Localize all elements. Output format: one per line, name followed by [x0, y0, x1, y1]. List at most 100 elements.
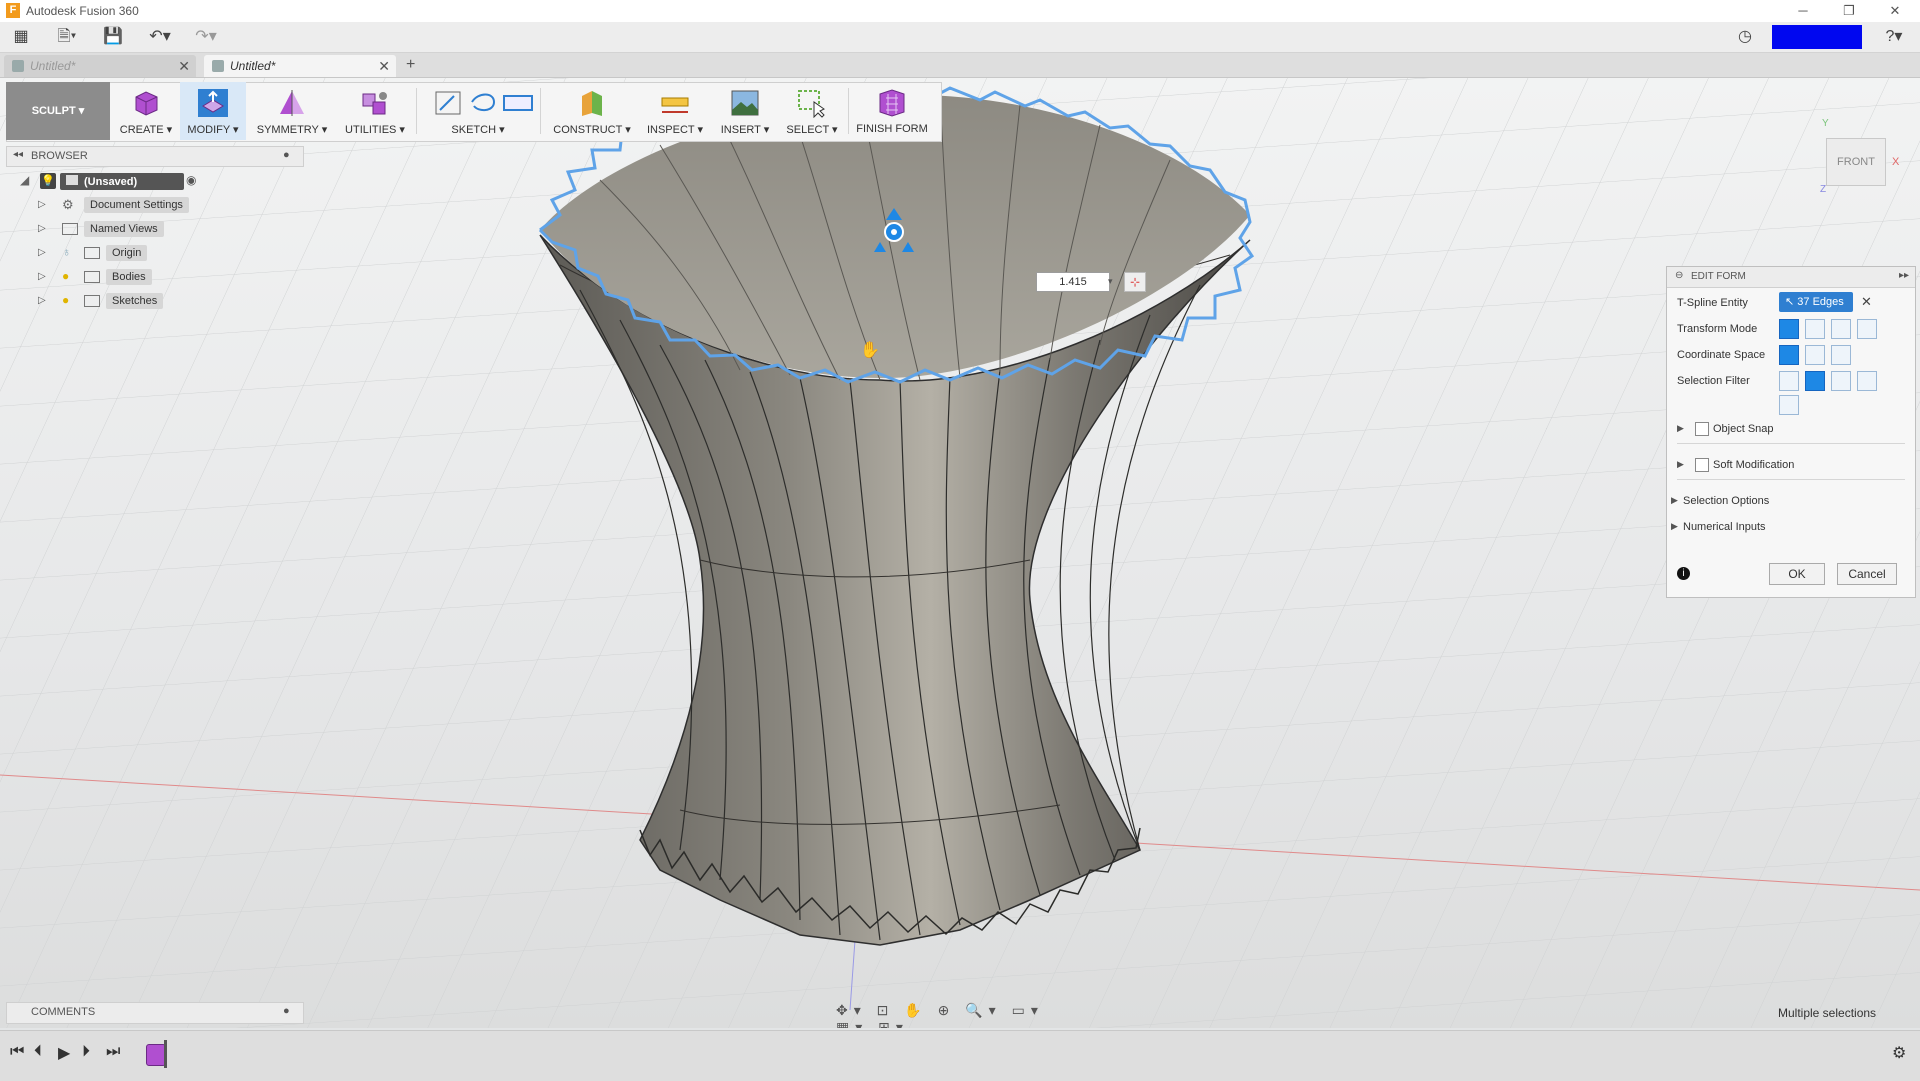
- edge-filter-icon[interactable]: [1805, 371, 1825, 391]
- info-icon[interactable]: i: [1677, 567, 1690, 580]
- create-box-icon: [135, 91, 158, 116]
- form-feature-timeline-icon[interactable]: [146, 1044, 166, 1066]
- world-space-icon[interactable]: [1779, 345, 1799, 365]
- model-canvas[interactable]: [0, 78, 1920, 1028]
- translate-icon[interactable]: [1805, 319, 1825, 339]
- expand-toggle-icon[interactable]: ◢: [20, 173, 29, 187]
- pan-icon[interactable]: ✋: [904, 1002, 927, 1018]
- soft-modification-label: Soft Modification: [1713, 459, 1795, 471]
- display-settings-icon[interactable]: ▭▾: [1012, 1002, 1044, 1018]
- visibility-bulb-off-icon[interactable]: ♁: [62, 245, 71, 259]
- dialog-header[interactable]: ⊖ EDIT FORM ▸▸: [1667, 267, 1915, 288]
- close-window-button[interactable]: ✕: [1872, 0, 1918, 22]
- user-account-button[interactable]: [1772, 25, 1862, 49]
- step-back-icon[interactable]: ⏴: [34, 1043, 42, 1061]
- look-at-icon[interactable]: ⊡: [877, 1002, 895, 1018]
- ok-button[interactable]: OK: [1769, 563, 1825, 585]
- collapse-dialog-icon[interactable]: ⊖: [1675, 270, 1683, 281]
- tab-untitled-1[interactable]: Untitled* ✕: [4, 55, 196, 77]
- numeric-input-field[interactable]: 1.415: [1036, 272, 1110, 292]
- cancel-button[interactable]: Cancel: [1837, 563, 1897, 585]
- pin-panel-icon[interactable]: ●: [283, 149, 290, 161]
- tspline-entity-selector[interactable]: ↖ 37 Edges: [1779, 292, 1853, 312]
- pin-panel-icon[interactable]: ●: [283, 1005, 290, 1017]
- inspect-menu[interactable]: INSPECT ▾: [640, 82, 710, 140]
- go-to-start-icon[interactable]: ⏮: [10, 1043, 24, 1061]
- construct-menu[interactable]: CONSTRUCT ▾: [548, 82, 636, 140]
- multi-transform-icon[interactable]: [1779, 319, 1799, 339]
- soft-modification-checkbox[interactable]: [1695, 458, 1709, 472]
- modify-menu[interactable]: MODIFY ▾: [180, 82, 246, 140]
- visibility-bulb-icon[interactable]: ●: [62, 293, 69, 307]
- clear-selection-icon[interactable]: ✕: [1861, 294, 1872, 310]
- expand-arrow-icon[interactable]: ▷: [38, 223, 46, 234]
- grid-settings-icon[interactable]: ▦▾: [836, 1019, 868, 1028]
- step-forward-icon[interactable]: ⏵: [82, 1043, 90, 1061]
- app-grid-icon[interactable]: ▦: [10, 27, 32, 47]
- minimize-button[interactable]: ─: [1780, 0, 1826, 22]
- create-label: CREATE ▾: [119, 124, 173, 136]
- expand-arrow-icon[interactable]: ▶: [1677, 423, 1684, 434]
- fit-icon[interactable]: 🔍▾: [965, 1002, 1001, 1018]
- timeline-marker[interactable]: [164, 1040, 167, 1068]
- restore-button[interactable]: ❐: [1826, 0, 1872, 22]
- insert-menu[interactable]: INSERT ▾: [712, 82, 778, 140]
- expand-arrow-icon[interactable]: ▷: [38, 295, 46, 306]
- visibility-bulb-icon[interactable]: 💡: [40, 173, 56, 189]
- timeline-settings-gear-icon[interactable]: ⚙: [1892, 1043, 1906, 1063]
- expand-arrow-icon[interactable]: ▶: [1671, 521, 1678, 532]
- scale-icon[interactable]: [1857, 319, 1877, 339]
- vertex-filter-icon[interactable]: [1779, 371, 1799, 391]
- sketch-menu[interactable]: SKETCH ▾: [420, 82, 536, 140]
- save-icon[interactable]: 💾: [102, 27, 124, 47]
- view-cube[interactable]: Y FRONT X Z: [1820, 98, 1912, 198]
- go-to-end-icon[interactable]: ⏭: [106, 1043, 120, 1061]
- timeline-bar: [0, 1030, 1920, 1081]
- chevron-down-icon[interactable]: ▾: [1108, 272, 1120, 290]
- tab-untitled-2[interactable]: Untitled* ✕: [204, 55, 396, 77]
- viewports-icon[interactable]: ⊞▾: [878, 1019, 909, 1028]
- face-filter-icon[interactable]: [1831, 371, 1851, 391]
- job-status-icon[interactable]: ◷: [1734, 27, 1756, 47]
- expand-dialog-icon[interactable]: ▸▸: [1899, 270, 1909, 281]
- expand-arrow-icon[interactable]: ▷: [38, 199, 46, 210]
- utilities-menu[interactable]: UTILITIES ▾: [338, 82, 412, 140]
- orbit-icon[interactable]: ✥▾: [836, 1002, 867, 1018]
- select-menu[interactable]: SELECT ▾: [780, 82, 844, 140]
- 3d-viewport[interactable]: 1.415 ▾ ⊹ ✋ Y FRONT X Z ✥▾ ⊡ ✋ ⊕ 🔍▾ ▭▾ ▦…: [0, 78, 1920, 1028]
- expand-arrow-icon[interactable]: ▶: [1677, 459, 1684, 470]
- rotate-icon[interactable]: [1831, 319, 1851, 339]
- finish-form-button[interactable]: FINISH FORM: [852, 82, 932, 140]
- pin-icon[interactable]: ⊹: [1124, 272, 1146, 292]
- expand-arrow-icon[interactable]: ▶: [1671, 495, 1678, 506]
- close-tab-icon[interactable]: ✕: [378, 55, 390, 77]
- visibility-bulb-icon[interactable]: ●: [62, 269, 69, 283]
- file-menu-icon[interactable]: 🗎▾: [52, 27, 82, 47]
- browser-panel-header[interactable]: ◂◂ BROWSER ●: [6, 146, 304, 167]
- selection-options-section[interactable]: Selection Options: [1683, 495, 1769, 507]
- expand-arrow-icon[interactable]: ▷: [38, 247, 46, 258]
- comments-panel-header[interactable]: COMMENTS ●: [6, 1002, 304, 1024]
- object-snap-checkbox[interactable]: [1695, 422, 1709, 436]
- view-space-icon[interactable]: [1805, 345, 1825, 365]
- close-tab-icon[interactable]: ✕: [178, 55, 190, 77]
- zoom-icon[interactable]: ⊕: [938, 1002, 956, 1018]
- help-icon[interactable]: ?▾: [1878, 27, 1910, 47]
- collapse-arrows-icon[interactable]: ◂◂: [13, 149, 23, 160]
- local-space-icon[interactable]: [1831, 345, 1851, 365]
- body-filter-icon[interactable]: [1779, 395, 1799, 415]
- play-icon[interactable]: ▶: [58, 1043, 70, 1063]
- expand-arrow-icon[interactable]: ▷: [38, 271, 46, 282]
- toolbar-divider: [540, 88, 541, 134]
- create-menu[interactable]: CREATE ▾: [114, 82, 178, 140]
- move-manipulator-icon[interactable]: [872, 206, 916, 256]
- redo-icon[interactable]: ↷▾: [190, 27, 222, 47]
- viewcube-front-face[interactable]: FRONT: [1826, 138, 1886, 186]
- workspace-switcher[interactable]: SCULPT ▾: [6, 82, 110, 140]
- numerical-inputs-section[interactable]: Numerical Inputs: [1683, 521, 1766, 533]
- activate-radio-icon[interactable]: ◉: [186, 173, 196, 187]
- new-tab-icon[interactable]: +: [406, 56, 415, 74]
- symmetry-menu[interactable]: SYMMETRY ▾: [250, 82, 334, 140]
- undo-icon[interactable]: ↶▾: [144, 27, 176, 47]
- all-filter-icon[interactable]: [1857, 371, 1877, 391]
